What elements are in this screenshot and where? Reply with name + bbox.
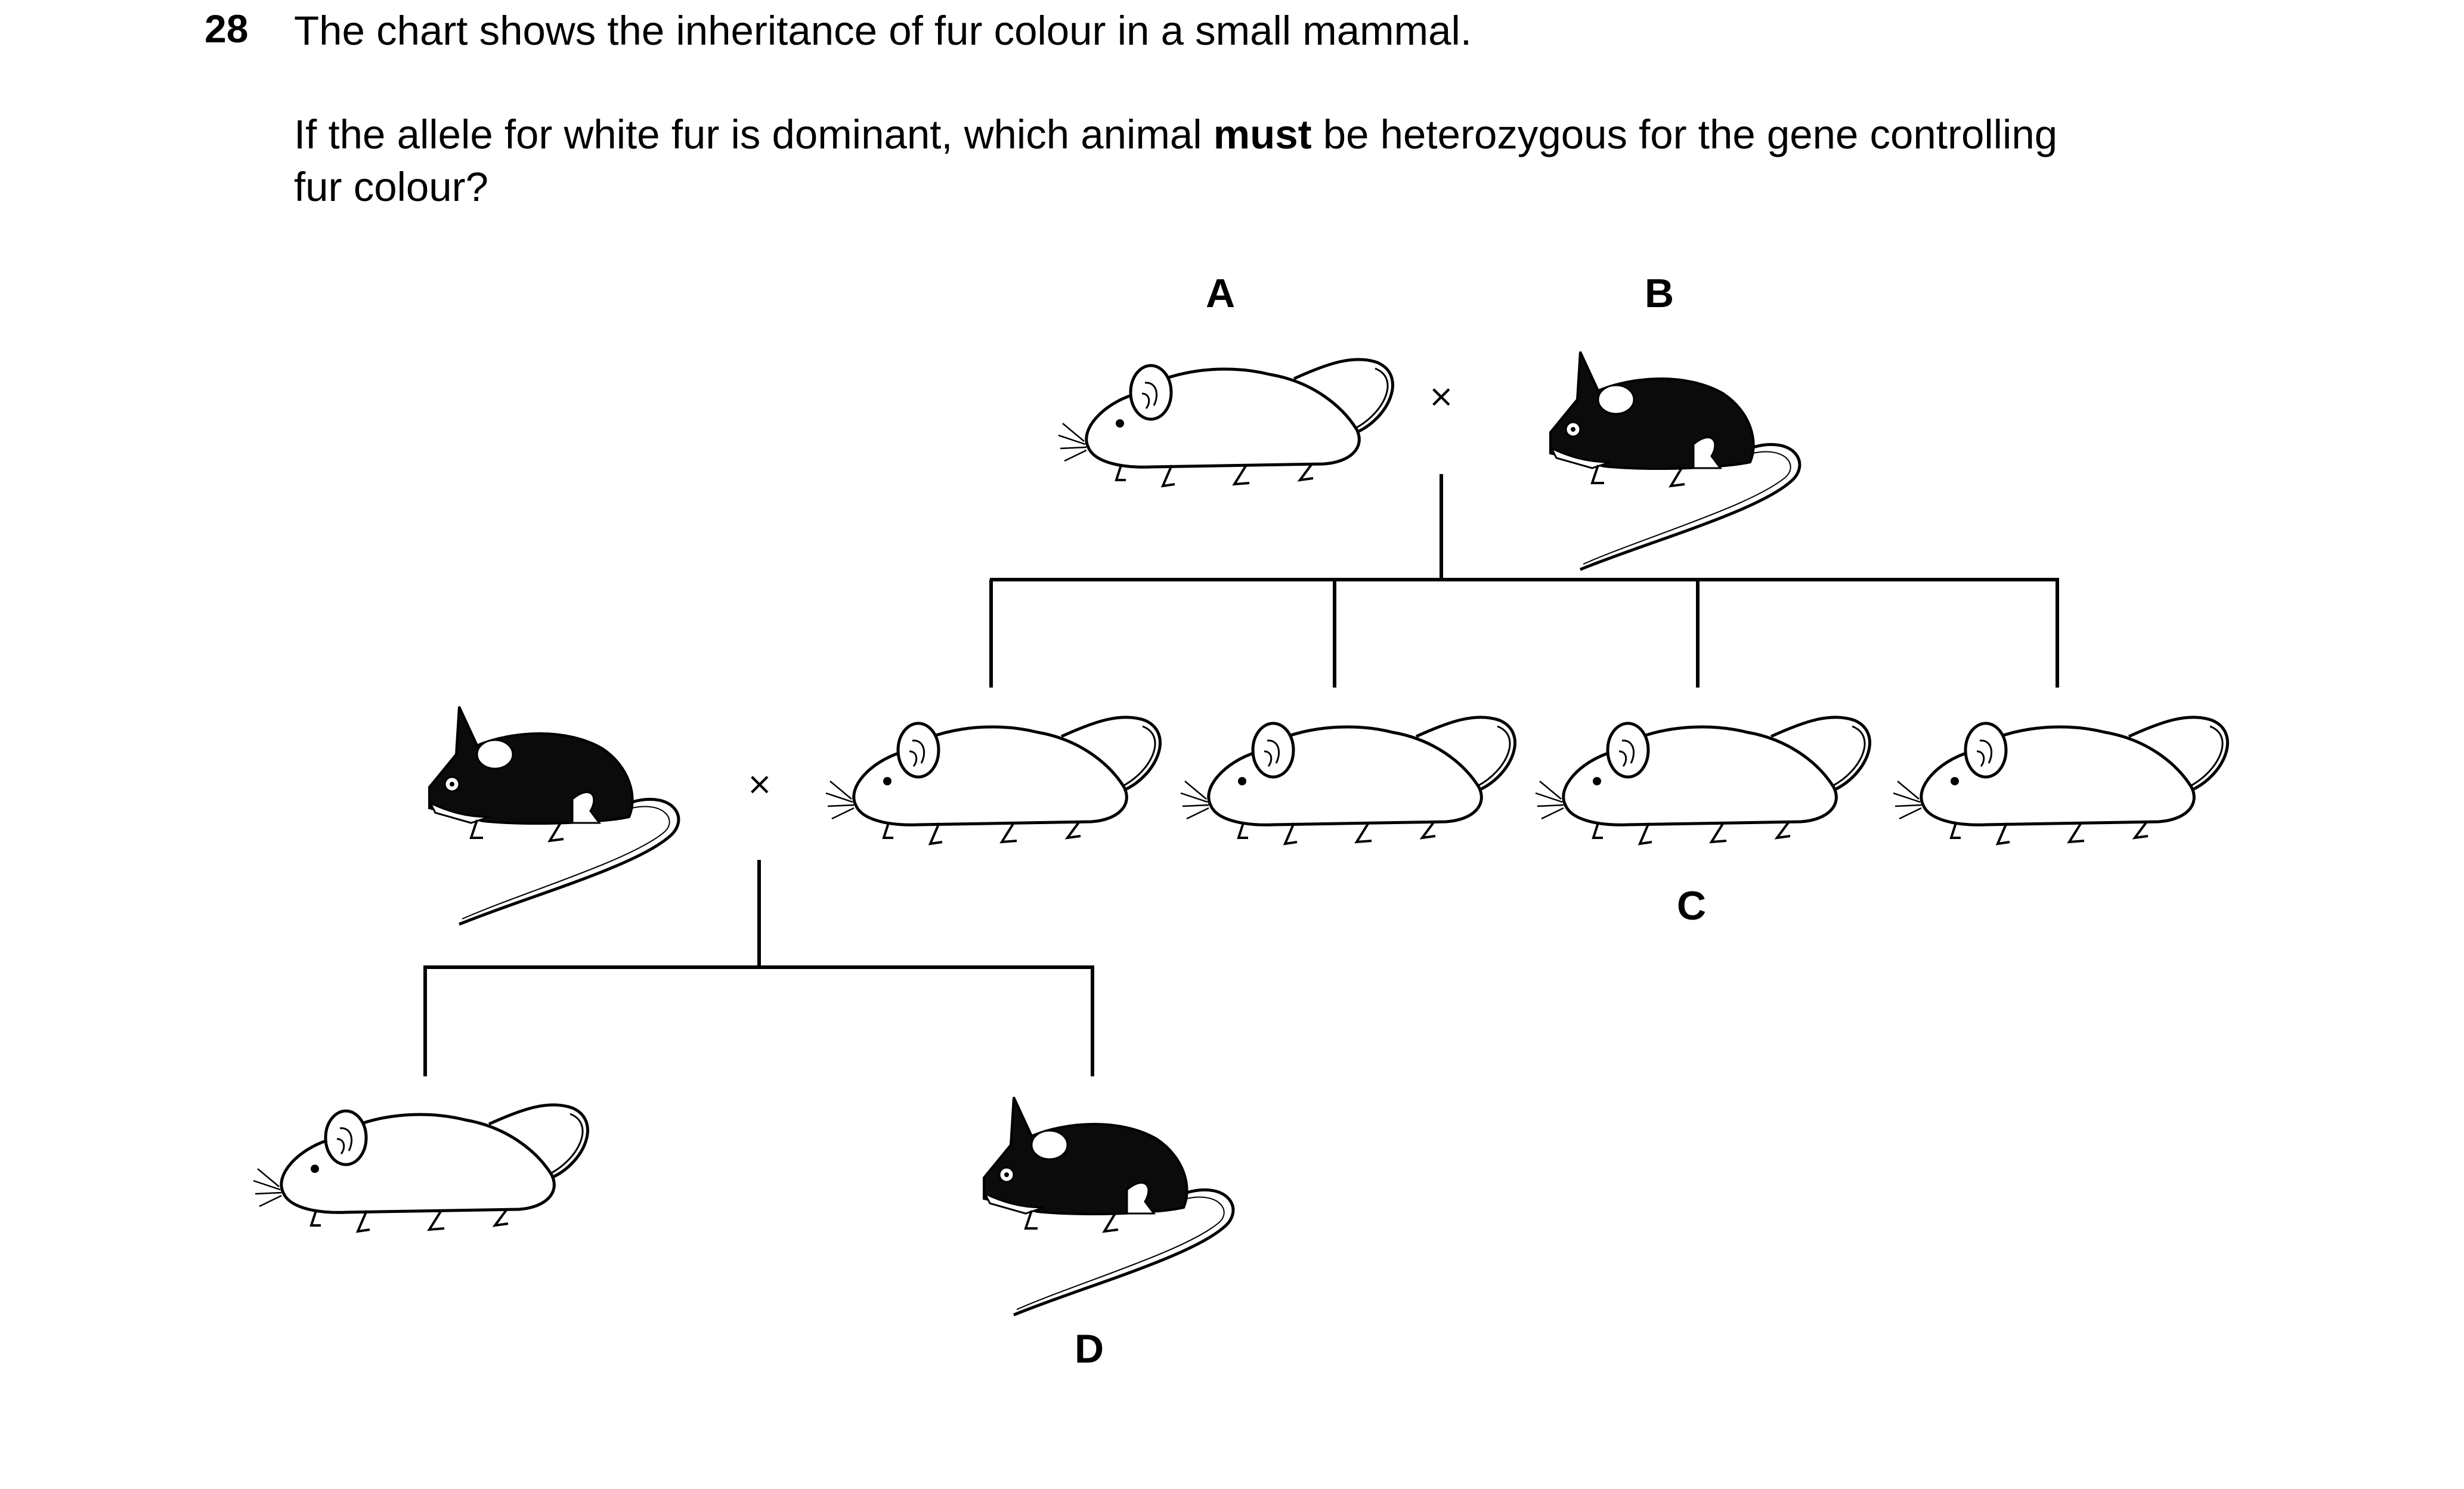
cross-symbol-second: × (747, 766, 773, 802)
label-c: C (1677, 883, 1706, 928)
mouse-mate-black (429, 707, 679, 924)
mouse-d-black (984, 1097, 1233, 1315)
mouse-f1-white-1 (826, 717, 1160, 844)
mouse-f2-white (253, 1105, 587, 1231)
cross-symbol-parents: × (1428, 379, 1454, 414)
mouse-a-white (1058, 360, 1392, 486)
mouse-c-white (1536, 717, 1869, 844)
mouse-f1-white-4 (1893, 717, 2227, 844)
mouse-f1-white-2 (1181, 717, 1515, 844)
inheritance-diagram: × × A B C D (0, 271, 2464, 1372)
label-d: D (1075, 1326, 1104, 1372)
mouse-b-black (1550, 352, 1800, 569)
label-b: B (1645, 271, 1674, 316)
label-a: A (1206, 271, 1235, 316)
